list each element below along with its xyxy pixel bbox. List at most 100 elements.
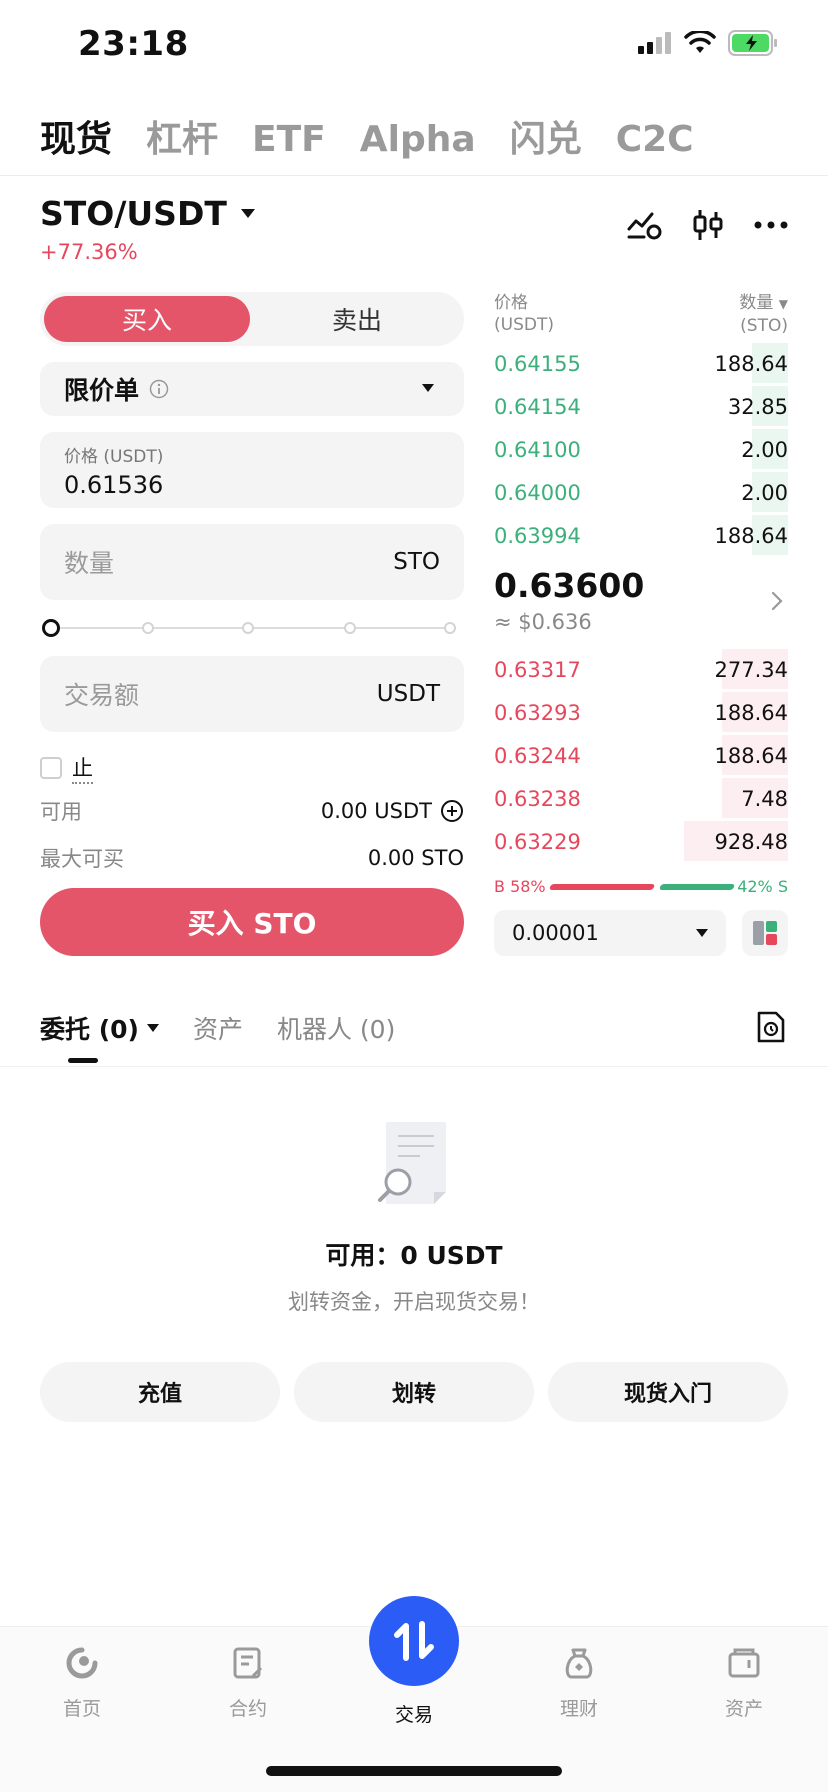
futures-icon [233,1647,263,1679]
price-alert-icon[interactable] [626,209,662,241]
candlestick-chart-icon[interactable] [692,208,724,242]
header-divider [0,175,828,176]
nav-home[interactable]: 首页 [22,1646,142,1721]
buy-tab[interactable]: 买入 [44,296,250,342]
spot-guide-button[interactable]: 现货入门 [548,1362,788,1422]
home-indicator [266,1766,562,1776]
status-time: 23:18 [78,24,189,64]
orderbook-qty-header[interactable]: 数量 ▼ (STO) [739,292,788,337]
info-icon[interactable] [149,379,169,399]
sell-tab[interactable]: 卖出 [254,296,460,342]
stop-checkbox[interactable] [40,757,62,779]
ask-qty: 2.00 [741,437,788,462]
nav-trade-button[interactable] [369,1596,459,1686]
tab-assets[interactable]: 资产 [193,1010,243,1046]
pair-selector[interactable]: STO/USDT [40,194,255,233]
last-price-usd: ≈ $0.636 [494,610,592,634]
caret-down-icon [422,384,434,392]
available-balance: 可用：0 USDT [325,1241,503,1270]
ask-row[interactable]: 0.64000 2.00 [494,471,788,514]
max-buy-row: 最大可买 0.00 STO [40,843,464,873]
tab-open-orders[interactable]: 委托 (0) [40,1010,159,1046]
stop-label: 止 [72,752,93,784]
ask-price: 0.63994 [494,523,581,548]
add-funds-icon[interactable] [440,799,464,823]
ask-price: 0.64000 [494,480,581,505]
slider-stop-100[interactable] [444,622,456,634]
bid-price: 0.63244 [494,743,581,768]
nav-earn[interactable]: 理财 [519,1646,639,1721]
buy-sell-ratio: B 58% 42% S [494,877,788,896]
ask-price: 0.64155 [494,351,581,376]
market-tabs: 现货 杠杆 ETF Alpha 闪兑 C2C [40,110,694,162]
sell-ratio-label: 42% S [737,877,788,896]
layout-icon [753,921,777,945]
order-history-icon[interactable] [756,1010,786,1044]
bid-row[interactable]: 0.63238 7.48 [494,777,788,820]
tab-margin[interactable]: 杠杆 [146,110,218,162]
orderbook-qty-title: 数量 [739,293,774,313]
pair-tools [626,208,788,242]
nav-trade[interactable]: 交易 [354,1700,474,1727]
quantity-placeholder: 数量 [64,549,115,578]
max-buy-label: 最大可买 [40,847,124,871]
transfer-hint: 划转资金，开启现货交易！ [288,1290,540,1314]
transfer-button[interactable]: 划转 [294,1362,534,1422]
caret-down-icon [696,929,708,937]
nav-assets-label: 资产 [724,1698,763,1720]
bid-row[interactable]: 0.63229 928.48 [494,820,788,863]
quantity-unit: STO [393,549,440,575]
deposit-button[interactable]: 充值 [40,1362,280,1422]
orderbook-layout-button[interactable] [742,910,788,956]
stop-option[interactable]: 止 [40,752,93,784]
bid-row[interactable]: 0.63293 188.64 [494,691,788,734]
tab-bots[interactable]: 机器人 (0) [277,1010,395,1046]
tab-etf[interactable]: ETF [252,119,326,160]
swap-arrows-icon [394,1621,434,1661]
precision-select[interactable]: 0.00001 [494,910,726,956]
tab-alpha[interactable]: Alpha [360,119,476,160]
chevron-right-icon[interactable] [770,590,784,612]
available-label: 可用 [40,800,82,824]
nav-futures[interactable]: 合约 [188,1646,308,1721]
ask-row[interactable]: 0.64155 188.64 [494,342,788,385]
buy-ratio-bar [548,884,656,890]
wifi-icon [684,31,716,53]
ask-qty: 188.64 [714,351,788,376]
nav-earn-label: 理财 [559,1698,598,1720]
ask-row[interactable]: 0.63994 188.64 [494,514,788,557]
bid-price: 0.63238 [494,786,581,811]
slider-stop-25[interactable] [142,622,154,634]
order-type-select[interactable]: 限价单 [40,362,464,416]
status-icons [638,30,778,56]
price-input[interactable]: 价格 (USDT) 0.61536 [40,432,464,508]
buy-ratio-label: B 58% [494,877,546,896]
tab-convert[interactable]: 闪兑 [510,110,582,162]
active-tab-indicator [68,1058,98,1063]
slider-stop-50[interactable] [242,622,254,634]
quantity-input[interactable]: 数量 STO [40,524,464,600]
order-type-label: 限价单 [64,376,140,405]
available-value-wrap: 0.00 USDT [321,799,464,823]
bid-row[interactable]: 0.63244 188.64 [494,734,788,777]
bid-qty: 188.64 [714,700,788,725]
ask-row[interactable]: 0.64154 32.85 [494,385,788,428]
tab-spot[interactable]: 现货 [40,110,112,162]
nav-assets[interactable]: 资产 [684,1646,804,1721]
buy-submit-button[interactable]: 买入 STO [40,888,464,956]
earn-icon [565,1648,593,1679]
pair-change: +77.36% [40,240,138,264]
total-input[interactable]: 交易额 USDT [40,656,464,732]
more-icon[interactable] [754,221,788,229]
slider-knob[interactable] [42,619,60,637]
home-icon [66,1647,98,1679]
bid-row[interactable]: 0.63317 277.34 [494,648,788,691]
amount-slider[interactable] [42,618,462,638]
tab-c2c[interactable]: C2C [616,119,694,160]
ask-row[interactable]: 0.64100 2.00 [494,428,788,471]
slider-stop-75[interactable] [344,622,356,634]
ask-qty: 32.85 [727,394,788,419]
slider-track [52,627,456,629]
last-price: 0.63600 [494,566,645,605]
max-buy-value: 0.00 STO [367,846,464,870]
